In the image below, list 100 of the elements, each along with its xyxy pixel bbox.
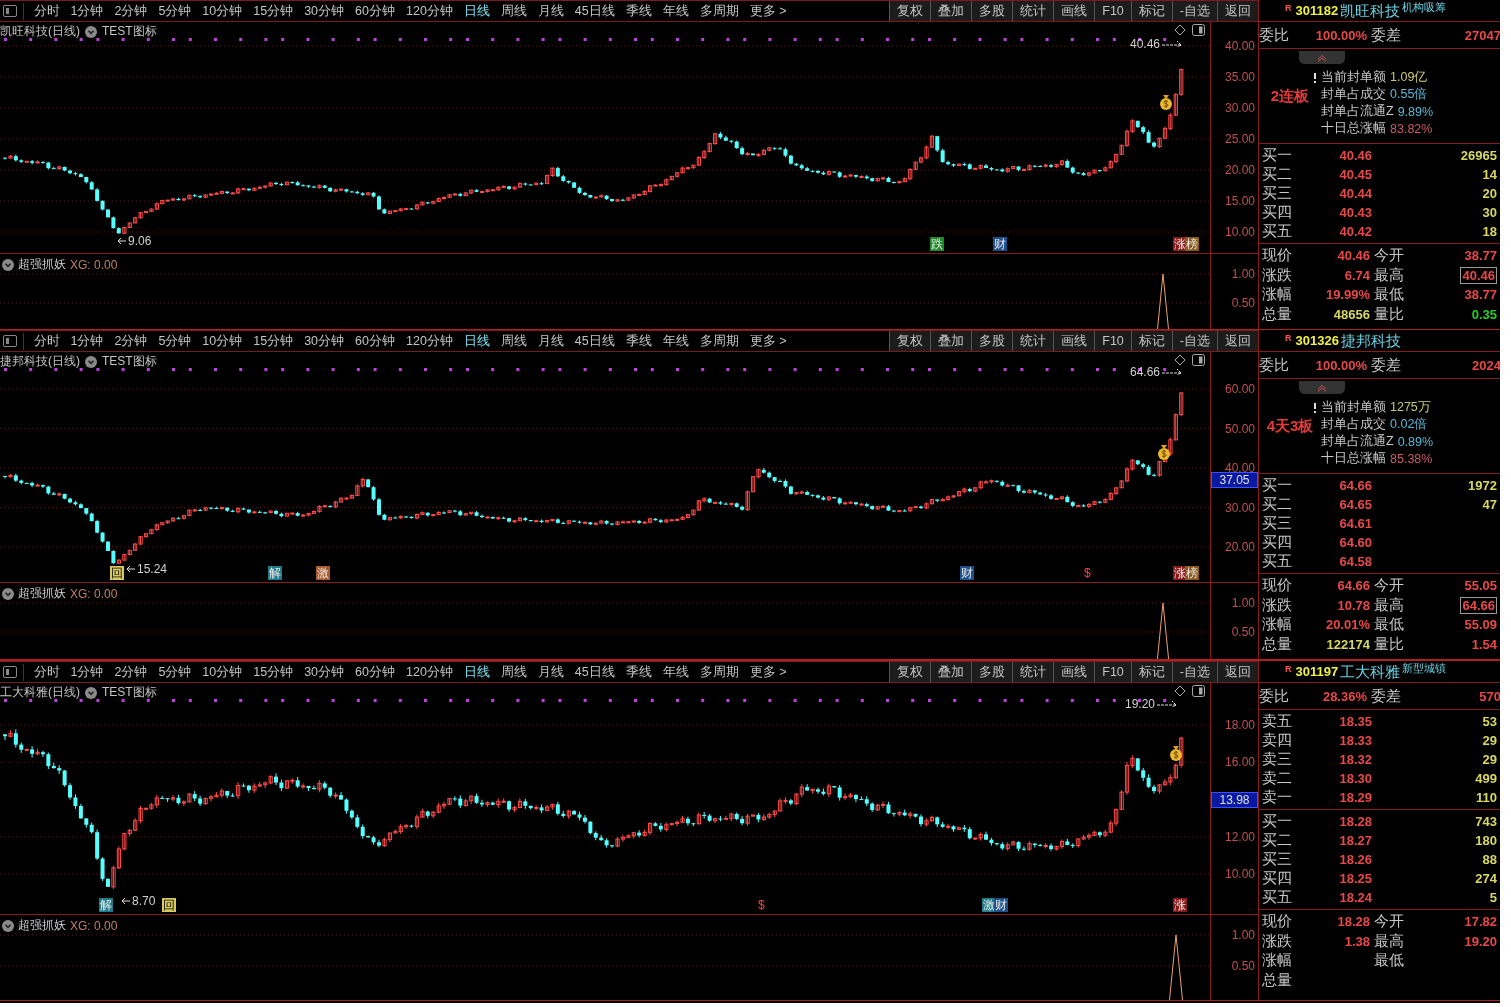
toolbar-button[interactable]: 画线 [1053, 662, 1095, 682]
toolbar-button[interactable]: F10 [1094, 1, 1131, 21]
indicator-name[interactable]: 超强抓妖 [18, 256, 66, 273]
period-tab[interactable]: 更多 > [744, 2, 793, 20]
period-tab[interactable]: 60分钟 [349, 663, 401, 681]
period-tab[interactable]: 120分钟 [400, 663, 459, 681]
period-tab[interactable]: 2分钟 [108, 663, 153, 681]
period-tab[interactable]: 更多 > [744, 663, 793, 681]
period-tab[interactable]: 月线 [532, 332, 570, 350]
period-tab[interactable]: 30分钟 [298, 332, 350, 350]
order-price: 18.30 [1338, 771, 1372, 786]
toolbar-button[interactable]: F10 [1094, 662, 1131, 682]
period-tab[interactable]: 5分钟 [152, 2, 197, 20]
period-tab[interactable]: 周线 [495, 332, 533, 350]
period-tab[interactable]: 分时 [28, 663, 65, 681]
toolbar-button[interactable]: 叠加 [930, 662, 972, 682]
period-tab[interactable]: 45日线 [569, 332, 621, 350]
period-tab[interactable]: 30分钟 [298, 663, 350, 681]
toolbar-button[interactable]: 画线 [1053, 1, 1095, 21]
period-tab[interactable]: 45日线 [569, 663, 621, 681]
period-tab[interactable]: 分时 [28, 332, 65, 350]
toolbar-button[interactable]: 多股 [971, 331, 1013, 351]
overlay-name[interactable]: TEST图标 [102, 684, 157, 701]
axis-tick-label: 20.00 [1224, 540, 1255, 554]
overlay-name[interactable]: TEST图标 [102, 353, 157, 370]
toolbar-button[interactable]: 统计 [1012, 662, 1054, 682]
toolbar-button[interactable]: 返回 [1217, 662, 1258, 682]
field-value: 40.46 [1460, 266, 1497, 284]
period-tab[interactable]: 1分钟 [65, 332, 109, 350]
toolbar-button[interactable]: 标记 [1130, 662, 1172, 682]
period-tab[interactable]: 月线 [532, 663, 570, 681]
toolbar-button[interactable]: 多股 [971, 1, 1013, 21]
toolbar-button[interactable]: F10 [1094, 331, 1131, 351]
toolbar-button[interactable]: 画线 [1053, 331, 1095, 351]
period-tab[interactable]: 季线 [620, 332, 658, 350]
period-tab[interactable]: 15分钟 [247, 332, 299, 350]
toolbar-button[interactable]: 叠加 [930, 331, 972, 351]
period-tab[interactable]: 多周期 [694, 332, 745, 350]
toolbar-button[interactable]: -自选 [1171, 1, 1217, 21]
period-tab[interactable]: 15分钟 [247, 2, 299, 20]
period-tab[interactable]: 分时 [28, 2, 65, 20]
toolbar-button[interactable]: 返回 [1217, 1, 1258, 21]
toolbar-button[interactable]: 多股 [971, 662, 1013, 682]
toolbar-button[interactable]: -自选 [1171, 331, 1217, 351]
toolbar-button[interactable]: -自选 [1171, 662, 1217, 682]
period-tab[interactable]: 日线 [458, 663, 496, 681]
field-label: 总量 [1262, 970, 1293, 990]
toolbar-button[interactable]: 复权 [889, 331, 931, 351]
order-volume: 5 [1488, 890, 1497, 905]
period-tab[interactable]: 10分钟 [196, 2, 248, 20]
toolbar-button[interactable]: 复权 [889, 662, 931, 682]
period-tab[interactable]: 周线 [495, 663, 533, 681]
info-label: 封单占成交 [1321, 416, 1386, 433]
field-label: 委比 [1259, 686, 1290, 706]
period-tab[interactable]: 15分钟 [247, 663, 299, 681]
order-volume: 743 [1474, 814, 1497, 829]
toolbar-button[interactable]: 叠加 [930, 1, 972, 21]
toolbar-button[interactable]: 标记 [1130, 1, 1172, 21]
period-tab[interactable]: 周线 [495, 2, 533, 20]
period-tab[interactable]: 月线 [532, 2, 570, 20]
period-tab[interactable]: 2分钟 [108, 332, 153, 350]
period-tab[interactable]: 1分钟 [65, 663, 109, 681]
period-tab[interactable]: 年线 [657, 663, 695, 681]
toolbar-button[interactable]: 复权 [889, 1, 931, 21]
period-tab[interactable]: 120分钟 [400, 2, 459, 20]
period-tab[interactable]: 年线 [657, 2, 695, 20]
period-tab[interactable]: 季线 [620, 2, 658, 20]
period-tab[interactable]: 5分钟 [152, 663, 197, 681]
order-price: 18.27 [1338, 833, 1372, 848]
indicator-name[interactable]: 超强抓妖 [18, 917, 66, 934]
period-tab[interactable]: 1分钟 [65, 2, 109, 20]
period-tab[interactable]: 日线 [458, 332, 496, 350]
period-tab[interactable]: 2分钟 [108, 2, 153, 20]
overlay-name[interactable]: TEST图标 [102, 23, 157, 40]
period-tab[interactable]: 30分钟 [298, 2, 350, 20]
period-tab[interactable]: 45日线 [569, 2, 621, 20]
toolbar-button[interactable]: 统计 [1012, 331, 1054, 351]
order-price: 18.25 [1338, 871, 1372, 886]
period-tab[interactable]: 10分钟 [196, 332, 248, 350]
order-level-label: 买二 [1262, 165, 1293, 184]
period-tab[interactable]: 60分钟 [349, 2, 401, 20]
toolbar-button[interactable]: 返回 [1217, 331, 1258, 351]
low-price-label: 15.24 [137, 561, 168, 576]
period-tab[interactable]: 更多 > [744, 332, 793, 350]
toolbar-button[interactable]: 统计 [1012, 1, 1054, 21]
field-label: 量比 [1373, 304, 1405, 324]
period-tab[interactable]: 年线 [657, 332, 695, 350]
period-tab[interactable]: 多周期 [694, 663, 745, 681]
period-tab[interactable]: 多周期 [694, 2, 745, 20]
period-tab[interactable]: 60分钟 [349, 332, 401, 350]
order-price: 40.43 [1338, 205, 1372, 220]
stock-code: 301182 [1295, 3, 1339, 19]
period-tab[interactable]: 季线 [620, 663, 658, 681]
period-tab[interactable]: 5分钟 [152, 332, 197, 350]
toolbar-button[interactable]: 标记 [1130, 331, 1172, 351]
indicator-name[interactable]: 超强抓妖 [18, 585, 66, 602]
field-value: 28.36% [1321, 688, 1367, 704]
period-tab[interactable]: 120分钟 [400, 332, 459, 350]
period-tab[interactable]: 10分钟 [196, 663, 248, 681]
period-tab[interactable]: 日线 [458, 2, 496, 20]
